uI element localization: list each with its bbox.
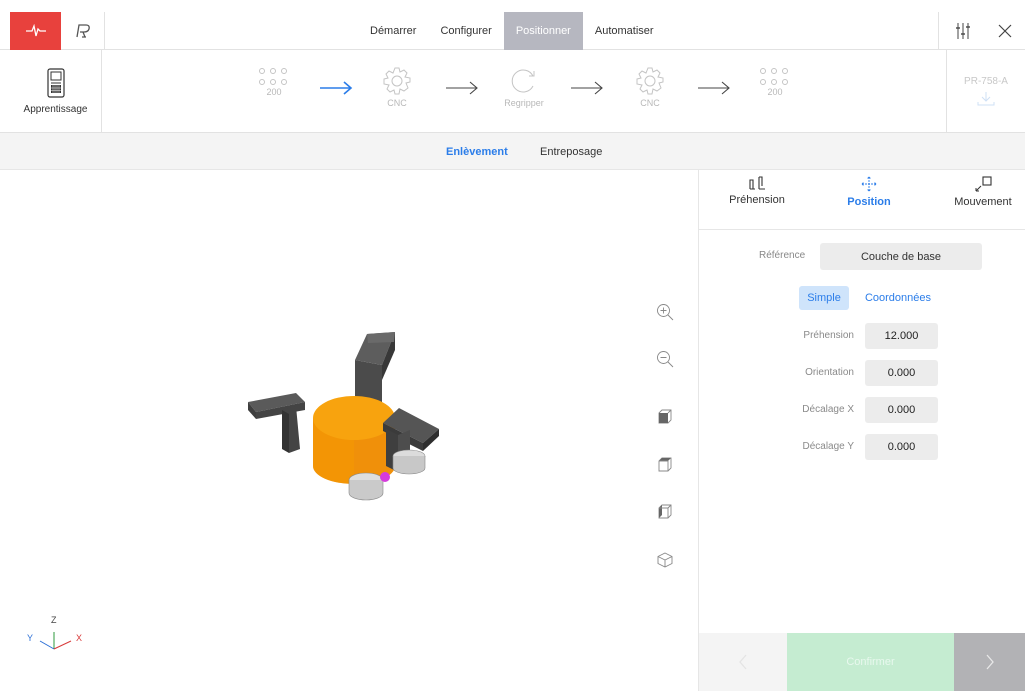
gripper-finger-top: [355, 332, 395, 407]
home-button[interactable]: [10, 12, 61, 50]
regrip-icon: [511, 69, 535, 93]
move-arrows-icon: [861, 176, 877, 192]
tab-position[interactable]: Position: [819, 176, 919, 208]
zoom-in-icon: [657, 304, 674, 321]
reference-select[interactable]: Couche de base: [820, 243, 982, 270]
arrow-right-icon: [446, 81, 478, 95]
tab-prehension[interactable]: Préhension: [707, 176, 807, 206]
download-icon: [977, 92, 995, 106]
chevron-left-icon: [739, 654, 747, 670]
field-label-decalage-x: Décalage X: [802, 404, 854, 415]
approach-icon: [975, 176, 992, 192]
gripper-finger-left: [248, 393, 305, 453]
app-window: Démarrer Configurer Positionner Automati…: [0, 0, 1025, 691]
3d-viewer[interactable]: Z Y X: [0, 170, 698, 691]
position-panel: Préhension Position Mouvement Référence …: [698, 170, 1025, 691]
view-top-button[interactable]: [654, 454, 676, 476]
axis-y-label: Y: [27, 633, 34, 643]
step-label: 200: [767, 87, 783, 97]
workpiece-cylinder: [313, 396, 395, 484]
teach-pendant-icon: [46, 68, 65, 98]
workflow-bar: Apprentissage 200 CNC Regripper CNC 200 …: [0, 50, 1025, 133]
axis-z-label: Z: [51, 615, 57, 625]
tab-enlevement[interactable]: Enlèvement: [446, 133, 508, 170]
confirm-button[interactable]: Confirmer: [787, 633, 954, 691]
gear-icon: [383, 67, 411, 95]
settings-button[interactable]: [943, 12, 983, 50]
pulse-icon: [25, 24, 46, 37]
tab-label: Préhension: [729, 194, 785, 206]
panel-footer: Confirmer: [699, 633, 1025, 691]
previous-button[interactable]: [699, 633, 787, 691]
orientation-input[interactable]: 0.000: [865, 360, 938, 386]
zoom-in-button[interactable]: [654, 301, 676, 323]
gripper-icon: [749, 176, 765, 190]
step-tray-place[interactable]: 200: [745, 66, 805, 97]
arrow-right-icon: [571, 81, 603, 95]
zoom-out-icon: [657, 351, 674, 368]
view-front-icon: [658, 409, 672, 424]
step-label: CNC: [640, 98, 660, 108]
field-label-prehension: Préhension: [803, 330, 854, 341]
menu-demarrer[interactable]: Démarrer: [358, 12, 428, 50]
decalage-y-input[interactable]: 0.000: [865, 434, 938, 460]
step-tray-pick[interactable]: 200: [244, 66, 304, 97]
view-front-button[interactable]: [654, 406, 676, 428]
step-cnc-2[interactable]: CNC: [620, 66, 680, 108]
top-bar: Démarrer Configurer Positionner Automati…: [0, 12, 1025, 50]
axis-triad: [39, 632, 72, 650]
menu-configurer[interactable]: Configurer: [428, 12, 503, 50]
main-menu: Démarrer Configurer Positionner Automati…: [358, 12, 666, 50]
step-cnc-1[interactable]: CNC: [367, 66, 427, 108]
robotiq-logo: [61, 12, 105, 50]
teach-pendant-button[interactable]: Apprentissage: [10, 50, 102, 133]
3d-scene[interactable]: [0, 170, 698, 691]
close-icon: [998, 24, 1012, 38]
field-label-orientation: Orientation: [805, 367, 854, 378]
mode-coordonnees-button[interactable]: Coordonnées: [857, 286, 939, 310]
gear-icon: [636, 67, 664, 95]
reference-label: Référence: [759, 250, 806, 261]
arrow-right-icon-active: [320, 81, 353, 95]
tab-label: Mouvement: [954, 196, 1012, 208]
prehension-input[interactable]: 12.000: [865, 323, 938, 349]
part-export-button[interactable]: PR-758-A: [946, 50, 1025, 133]
tab-mouvement[interactable]: Mouvement: [933, 176, 1025, 208]
sliders-icon: [956, 23, 970, 39]
topbar-divider: [938, 12, 939, 50]
view-top-icon: [658, 457, 672, 472]
view-side-button[interactable]: [654, 501, 676, 523]
step-regrip[interactable]: Regripper: [494, 66, 554, 108]
robotiq-r-icon: [75, 24, 90, 38]
part-label: PR-758-A: [964, 76, 1008, 87]
tcp-marker: [380, 472, 390, 482]
close-button[interactable]: [985, 12, 1025, 50]
small-part-right: [392, 449, 426, 475]
view-iso-icon: [657, 552, 673, 568]
tab-label: Position: [847, 196, 891, 208]
step-label: Regripper: [504, 98, 544, 108]
next-button[interactable]: [954, 633, 1025, 691]
mode-simple-button[interactable]: Simple: [799, 286, 849, 310]
decalage-x-input[interactable]: 0.000: [865, 397, 938, 423]
panel-tabs: Préhension Position Mouvement: [699, 170, 1025, 230]
teach-label: Apprentissage: [23, 104, 88, 115]
tray-icon: [760, 68, 790, 85]
step-label: CNC: [387, 98, 407, 108]
tab-entreposage[interactable]: Entreposage: [540, 133, 602, 170]
chevron-right-icon: [986, 654, 994, 670]
tray-icon: [259, 68, 289, 85]
zoom-out-button[interactable]: [654, 348, 676, 370]
view-iso-button[interactable]: [654, 549, 676, 571]
menu-automatiser[interactable]: Automatiser: [583, 12, 666, 50]
view-side-icon: [658, 504, 672, 519]
menu-positionner[interactable]: Positionner: [503, 12, 583, 50]
small-part-left: [348, 472, 384, 501]
step-label: 200: [266, 87, 282, 97]
field-label-decalage-y: Décalage Y: [802, 441, 854, 452]
axis-x-label: X: [76, 633, 83, 643]
arrow-right-icon: [698, 81, 730, 95]
pick-place-tabs: Enlèvement Entreposage: [0, 133, 1025, 170]
